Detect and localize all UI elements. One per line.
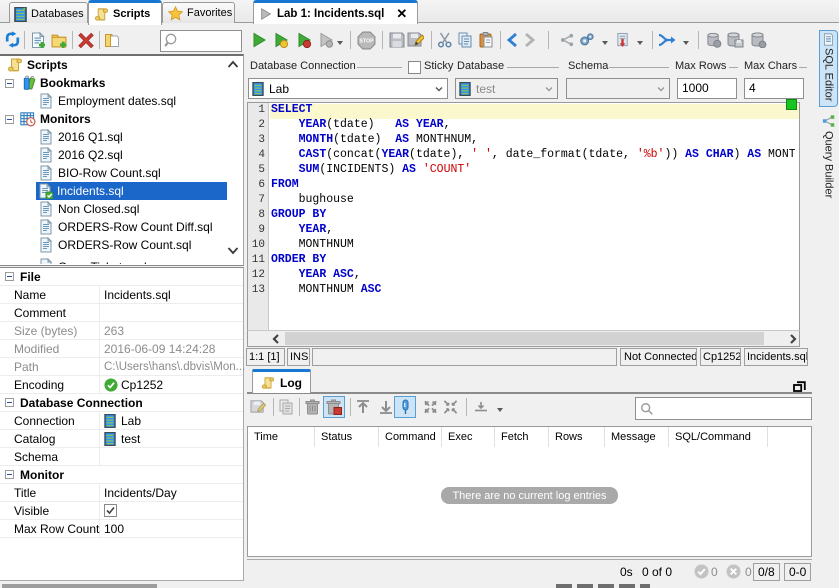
svg-text:STOP: STOP <box>359 39 374 45</box>
